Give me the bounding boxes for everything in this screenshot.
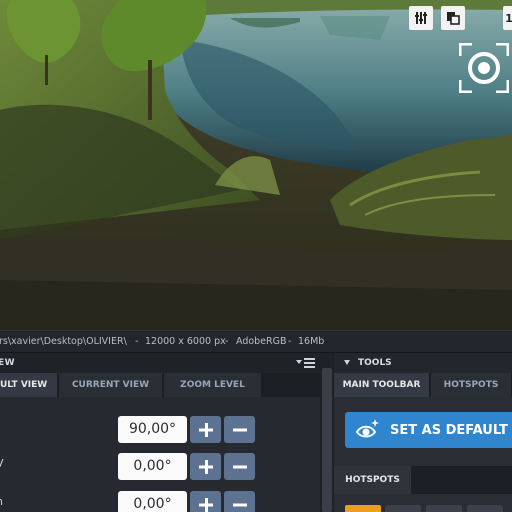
minus-icon (232, 465, 247, 468)
eye-sparkle-icon (355, 419, 379, 438)
hotspot-chip-active[interactable] (345, 505, 381, 512)
set-as-default-view-label: SET AS DEFAULT VI (390, 423, 512, 438)
hotspot-chip[interactable] (467, 505, 503, 512)
plus-icon (198, 497, 213, 512)
panorama-image (0, 0, 512, 330)
panel-header: EW (0, 353, 320, 373)
copy-button[interactable] (441, 6, 465, 30)
tools-tabs: MAIN TOOLBAR HOTSPOTS (334, 373, 512, 397)
sliders-button[interactable] (409, 6, 433, 30)
tab-default-view[interactable]: ULT VIEW (0, 373, 58, 397)
tab-main-toolbar[interactable]: MAIN TOOLBAR (334, 373, 430, 397)
target-icon[interactable] (459, 43, 509, 93)
copy-icon (447, 12, 460, 25)
panorama-viewport[interactable]: 1 (0, 0, 512, 330)
plus-icon (198, 422, 213, 437)
field-label: h (0, 495, 3, 508)
collapse-caret-icon (344, 360, 350, 365)
file-path: rs\xavier\Desktop\OLIVIER\ (0, 336, 127, 347)
menu-icon[interactable] (296, 357, 316, 369)
tab-hotspots-section[interactable]: HOTSPOTS (334, 466, 411, 494)
scrollbar-thumb[interactable] (322, 368, 332, 512)
tab-current-view[interactable]: CURRENT VIEW (59, 373, 163, 397)
decrement-button[interactable] (224, 491, 255, 512)
minus-icon (232, 503, 247, 506)
field-value-input[interactable]: 0,00° (118, 453, 187, 480)
field-label: V (0, 457, 4, 470)
hotspot-chip[interactable] (426, 505, 462, 512)
set-as-default-view-button[interactable]: SET AS DEFAULT VI (345, 412, 512, 448)
increment-button[interactable] (190, 416, 221, 443)
tools-header[interactable]: TOOLS (334, 353, 512, 373)
toolbar-partial-label: 1 (505, 11, 512, 25)
toolbar-button-partial[interactable]: 1 (503, 6, 512, 30)
tools-title: TOOLS (358, 358, 392, 368)
field-value-input[interactable]: 90,00° (118, 416, 187, 443)
tab-hotspots[interactable]: HOTSPOTS (431, 373, 512, 397)
tab-zoom-level[interactable]: ZOOM LEVEL (164, 373, 262, 397)
file-size: 16Mb (298, 336, 325, 347)
sliders-icon (415, 12, 427, 24)
hotspots-tabs: HOTSPOTS (334, 466, 512, 494)
field-value-input[interactable]: 0,00° (118, 491, 187, 512)
hotspot-chip[interactable] (385, 505, 421, 512)
status-separator: - (135, 336, 139, 347)
hotspot-chip-row (334, 505, 512, 512)
view-tabs: ULT VIEW CURRENT VIEW ZOOM LEVEL (0, 373, 320, 397)
increment-button[interactable] (190, 491, 221, 512)
panel-scrollbar[interactable] (320, 353, 334, 512)
status-bar: rs\xavier\Desktop\OLIVIER\ - 12000 x 600… (0, 330, 512, 353)
panel-title: EW (0, 358, 16, 368)
status-separator: - (225, 336, 229, 347)
image-dimensions: 12000 x 6000 px (145, 336, 226, 347)
status-separator: - (288, 336, 292, 347)
view-panel: EW ULT VIEW CURRENT VIEW ZOOM LEVEL / 90… (0, 353, 320, 512)
plus-icon (198, 459, 213, 474)
decrement-button[interactable] (224, 453, 255, 480)
tools-panel: TOOLS MAIN TOOLBAR HOTSPOTS SET AS DEFAU… (334, 353, 512, 512)
color-profile: AdobeRGB (236, 336, 287, 347)
increment-button[interactable] (190, 453, 221, 480)
minus-icon (232, 428, 247, 431)
decrement-button[interactable] (224, 416, 255, 443)
